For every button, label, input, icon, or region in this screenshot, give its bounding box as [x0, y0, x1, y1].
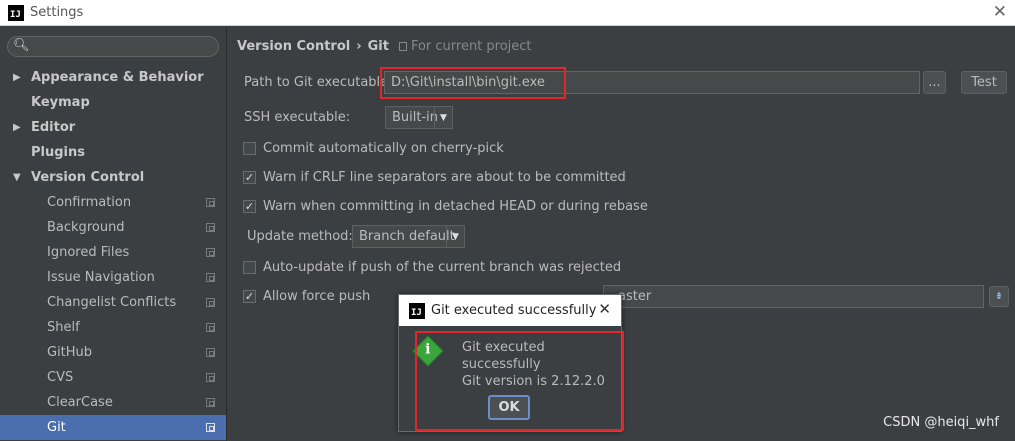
sidebar-item-label: Plugins [31, 145, 85, 160]
sidebar-item-label: ClearCase [47, 395, 113, 410]
sidebar-item-label: Issue Navigation [47, 270, 155, 285]
sidebar-item-github[interactable]: GitHub [0, 340, 226, 365]
chevron-down-icon: ▼ [446, 226, 464, 247]
breadcrumb-separator: › [356, 39, 362, 54]
sidebar-item-label: Changelist Conflicts [47, 295, 177, 310]
intellij-app-icon: IJ [409, 302, 425, 319]
crlf-checkbox[interactable]: ✓ [243, 171, 256, 184]
detached-label: Warn when committing in detached HEAD or… [263, 199, 648, 214]
settings-sidebar: 🔍︎ ▶ Appearance & Behavior Keymap ▶ Editor Pl… [0, 27, 227, 441]
ssh-select[interactable]: Built-in ▼ [385, 106, 453, 129]
cherry-pick-label: Commit automatically on cherry-pick [263, 141, 504, 156]
project-level-icon [206, 398, 215, 407]
force-push-option[interactable]: ✓ Allow force push [243, 289, 370, 304]
sidebar-item-label: Editor [31, 120, 76, 135]
sidebar-item-label: GitHub [47, 345, 93, 360]
update-method-label: Update method: [247, 229, 353, 244]
project-level-icon [206, 423, 215, 432]
breadcrumb: Version Control › Git For current projec… [237, 39, 532, 54]
sidebar-item-shelf[interactable]: Shelf [0, 315, 226, 340]
ssh-label: SSH executable: [244, 110, 351, 125]
sidebar-item-label: Version Control [31, 170, 145, 185]
sidebar-item-label: Keymap [31, 95, 90, 110]
edit-branches-button[interactable]: ⇟ [989, 286, 1009, 307]
sidebar-item-confirmation[interactable]: Confirmation [0, 190, 226, 215]
sidebar-item-issue-navigation[interactable]: Issue Navigation [0, 265, 226, 290]
chevron-right-icon[interactable]: ▶ [13, 122, 21, 133]
auto-update-label: Auto-update if push of the current branc… [263, 260, 622, 275]
sidebar-item-git[interactable]: Git [0, 415, 226, 440]
auto-update-checkbox[interactable] [243, 261, 256, 274]
dialog-title: Git executed successfully [431, 303, 597, 318]
close-icon[interactable]: ✕ [993, 2, 1007, 22]
cherry-pick-checkbox[interactable] [243, 142, 256, 155]
auto-update-option[interactable]: Auto-update if push of the current branc… [243, 260, 621, 275]
force-push-checkbox[interactable]: ✓ [243, 290, 256, 303]
sidebar-item-label: Confirmation [47, 195, 132, 210]
git-path-label: Path to Git executable: [244, 75, 393, 90]
crlf-label: Warn if CRLF line separators are about t… [263, 170, 626, 185]
window-titlebar: IJ Settings ✕ [0, 0, 1015, 26]
chevron-right-icon[interactable]: ▶ [13, 72, 21, 83]
search-input[interactable]: 🔍︎ [7, 36, 219, 57]
breadcrumb-git: Git [367, 39, 389, 54]
highlight-box-dialog [415, 331, 624, 431]
project-level-icon [206, 248, 215, 257]
protected-branches-value: aster [618, 289, 652, 304]
ssh-value: Built-in [392, 110, 439, 125]
project-scope-label: For current project [410, 39, 532, 54]
detached-option[interactable]: ✓ Warn when committing in detached HEAD … [243, 199, 648, 214]
sidebar-item-changelist-conflicts[interactable]: Changelist Conflicts [0, 290, 226, 315]
highlight-box-path [380, 67, 566, 99]
sidebar-item-editor[interactable]: ▶ Editor [0, 115, 226, 140]
detached-checkbox[interactable]: ✓ [243, 200, 256, 213]
close-icon[interactable]: ✕ [598, 300, 611, 318]
browse-button[interactable]: ... [923, 71, 946, 94]
chevron-down-icon: ▼ [434, 107, 452, 128]
breadcrumb-version-control: Version Control [237, 39, 351, 54]
project-level-icon [206, 273, 215, 282]
test-button[interactable]: Test [961, 71, 1007, 94]
sidebar-item-keymap[interactable]: Keymap [0, 90, 226, 115]
intellij-app-icon: IJ [8, 4, 24, 21]
sidebar-item-version-control[interactable]: ▼ Version Control [0, 165, 226, 190]
sidebar-item-clearcase[interactable]: ClearCase [0, 390, 226, 415]
project-level-icon [206, 198, 215, 207]
crlf-option[interactable]: ✓ Warn if CRLF line separators are about… [243, 170, 626, 185]
update-method-value: Branch default [359, 229, 455, 244]
protected-branches-field[interactable]: aster [603, 285, 984, 308]
project-scope: For current project [398, 39, 532, 54]
sidebar-item-label: CVS [47, 370, 74, 385]
project-level-icon [206, 298, 215, 307]
sidebar-item-label: Shelf [47, 320, 80, 335]
sidebar-item-cvs[interactable]: CVS [0, 365, 226, 390]
watermark: CSDN @heiqi_whf [883, 415, 999, 430]
settings-tree: ▶ Appearance & Behavior Keymap ▶ Editor Plugi… [0, 65, 226, 440]
project-level-icon [206, 323, 215, 332]
dialog-titlebar: IJ Git executed successfully ✕ [399, 295, 621, 326]
sidebar-item-label: Git [47, 420, 66, 435]
cherry-pick-option[interactable]: Commit automatically on cherry-pick [243, 141, 504, 156]
force-push-label: Allow force push [263, 289, 371, 304]
sidebar-item-ignored-files[interactable]: Ignored Files [0, 240, 226, 265]
sidebar-item-appearance-behavior[interactable]: ▶ Appearance & Behavior [0, 65, 226, 90]
edit-icon: ⇟ [994, 291, 1004, 302]
chevron-down-icon[interactable]: ▼ [13, 172, 21, 183]
project-level-icon [206, 373, 215, 382]
sidebar-item-plugins[interactable]: Plugins [0, 140, 226, 165]
sidebar-item-label: Appearance & Behavior [31, 70, 204, 85]
search-icon: 🔍︎ [13, 38, 30, 53]
project-level-icon [206, 223, 215, 232]
window-title: Settings [30, 5, 84, 20]
sidebar-item-background[interactable]: Background [0, 215, 226, 240]
project-icon [398, 42, 407, 51]
project-level-icon [206, 348, 215, 357]
update-method-select[interactable]: Branch default ▼ [352, 225, 465, 248]
sidebar-item-label: Ignored Files [47, 245, 130, 260]
sidebar-item-label: Background [47, 220, 125, 235]
